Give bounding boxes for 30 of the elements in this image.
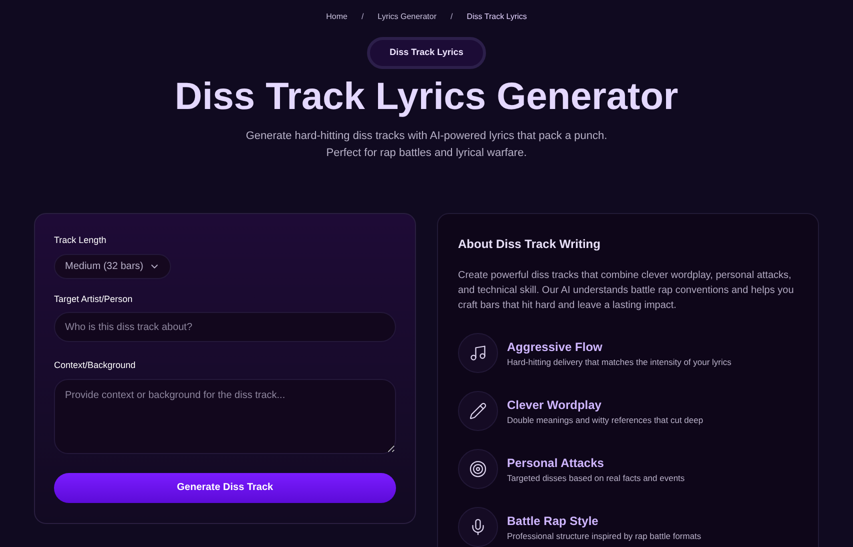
category-badge: Diss Track Lyrics: [366, 37, 486, 68]
feature-description: Targeted disses based on real facts and events: [507, 472, 685, 484]
feature-description: Professional structure inspired by rap battle formats: [507, 530, 702, 542]
field-label: Context/Background: [54, 359, 137, 372]
breadcrumb-link[interactable]: Home: [326, 11, 348, 23]
field-label: Track Length: [54, 234, 108, 248]
feature-description: Double meanings and witty references that cut deep: [507, 414, 704, 426]
microphone-icon: [469, 518, 487, 536]
music-note-icon: [469, 344, 487, 362]
page-title: Diss Track Lyrics Generator: [174, 74, 678, 120]
context-text-area[interactable]: Provide context or background for the diss track...: [54, 378, 396, 454]
about-text: Create powerful diss tracks that combine clever wordplay, personal attacks, and technical skill. Our AI understands battle rap conventions and helps you craft bars that hit hard and leave a lasting impact.: [458, 269, 795, 314]
breadcrumb-separator: /: [361, 11, 364, 23]
subtitle-text: Generate hard-hitting diss tracks with AI-powered lyrics that pack a punch.: [246, 129, 608, 144]
field-label: Target Artist/Person: [54, 292, 134, 306]
generate-button[interactable]: Generate Diss Track: [54, 472, 396, 503]
about-title: About Diss Track Writing: [458, 236, 602, 254]
target-icon: [469, 460, 487, 478]
feature-title: Clever Wordplay: [507, 396, 602, 414]
pencil-icon: [469, 402, 487, 420]
subtitle-text: Perfect for rap battles and lyrical warfare.: [326, 146, 527, 162]
breadcrumb-separator: /: [450, 11, 453, 23]
feature-title: Aggressive Flow: [507, 338, 604, 356]
target-input-field[interactable]: Who is this diss track about?: [54, 312, 396, 342]
feature-title: Personal Attacks: [507, 454, 605, 472]
feature-description: Hard-hitting delivery that matches the intensity of your lyrics: [507, 356, 732, 368]
feature-title: Battle Rap Style: [507, 512, 600, 530]
track-length-dropdown[interactable]: Medium (32 bars): [54, 254, 172, 279]
breadcrumb-link[interactable]: Diss Track Lyrics: [466, 11, 527, 23]
breadcrumb-link[interactable]: Lyrics Generator: [378, 11, 437, 23]
